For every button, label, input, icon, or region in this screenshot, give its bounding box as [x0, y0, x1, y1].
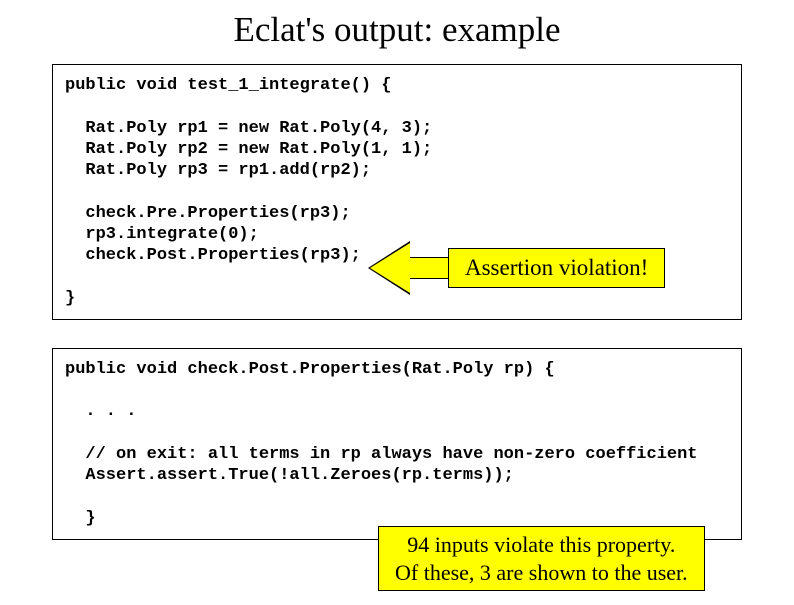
code-check: public void check.Post.Properties(Rat.Po…: [65, 359, 729, 529]
slide-title: Eclat's output: example: [0, 10, 794, 50]
assertion-violation-callout: Assertion violation!: [370, 238, 770, 298]
code-line: check.Post.Properties(rp3);: [65, 246, 361, 265]
code-line: }: [65, 509, 96, 528]
callout2-line2: Of these, 3 are shown to the user.: [395, 559, 688, 587]
code-box-check: public void check.Post.Properties(Rat.Po…: [52, 348, 742, 540]
callout2-line1: 94 inputs violate this property.: [395, 531, 688, 559]
code-line: public void check.Post.Properties(Rat.Po…: [65, 360, 555, 379]
code-line: Assert.assert.True(!all.Zeroes(rp.terms)…: [65, 466, 514, 485]
code-line: public void test_1_integrate() {: [65, 76, 391, 95]
code-line: Rat.Poly rp2 = new Rat.Poly(1, 1);: [65, 140, 432, 159]
arrow-left-icon: [370, 243, 448, 293]
code-line: // on exit: all terms in rp always have …: [65, 445, 698, 464]
code-line: check.Pre.Properties(rp3);: [65, 204, 351, 223]
inputs-violate-callout: 94 inputs violate this property. Of thes…: [378, 526, 705, 591]
code-line: }: [65, 289, 75, 308]
code-line: rp3.integrate(0);: [65, 225, 259, 244]
callout-text: Assertion violation!: [448, 248, 665, 288]
code-line: Rat.Poly rp1 = new Rat.Poly(4, 3);: [65, 119, 432, 138]
code-line: . . .: [65, 402, 136, 421]
code-line: Rat.Poly rp3 = rp1.add(rp2);: [65, 161, 371, 180]
